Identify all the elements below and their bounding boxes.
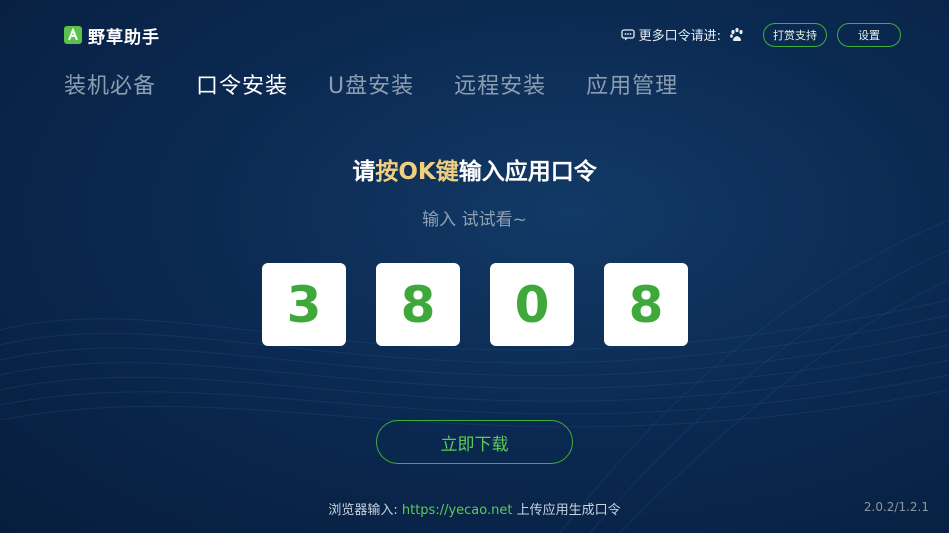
more-codes-text: 更多口令请进:: [638, 29, 721, 44]
input-hint: 输入 试试看~: [422, 210, 527, 230]
nav-item-app-manage[interactable]: 应用管理: [586, 68, 678, 100]
yecao-logo-icon: [64, 26, 82, 44]
version-label: 2.0.2/1.2.1: [863, 500, 929, 514]
code-digit-2[interactable]: 8: [376, 263, 460, 346]
nav-item-code-install[interactable]: 口令安装: [196, 68, 288, 100]
app-title: 野草助手: [88, 27, 160, 48]
headline-pre: 请: [352, 159, 376, 185]
footer-url-link[interactable]: https://yecao.net: [402, 503, 513, 518]
code-input: 3 8 0 8: [262, 263, 688, 346]
code-digit-1[interactable]: 3: [262, 263, 346, 346]
baidu-paw-icon[interactable]: [729, 27, 745, 43]
headline-post: 输入应用口令: [458, 159, 597, 185]
headline-accent: 按OK键: [375, 159, 459, 185]
chat-bubble-icon: [620, 28, 635, 40]
footer-hint: 浏览器输入: https://yecao.net 上传应用生成口令: [0, 499, 949, 518]
main-nav: 装机必备 口令安装 U盘安装 远程安装 应用管理: [64, 68, 678, 100]
donate-button[interactable]: 打赏支持: [763, 22, 827, 47]
code-digit-4[interactable]: 8: [604, 263, 688, 346]
page-title: 请按OK键输入应用口令: [0, 152, 949, 186]
nav-item-essentials[interactable]: 装机必备: [64, 68, 156, 100]
more-codes-hint: 更多口令请进:: [620, 25, 721, 44]
code-digit-3[interactable]: 0: [490, 263, 574, 346]
app-logo: 野草助手: [64, 23, 160, 48]
settings-button[interactable]: 设置: [837, 22, 901, 47]
nav-item-remote-install[interactable]: 远程安装: [454, 68, 546, 100]
nav-item-usb-install[interactable]: U盘安装: [328, 68, 414, 100]
header-actions: 更多口令请进: 打赏支持 设置: [620, 22, 901, 47]
footer-suffix: 上传应用生成口令: [512, 503, 621, 518]
footer-prefix: 浏览器输入:: [328, 503, 402, 518]
download-button[interactable]: 立即下载: [376, 420, 573, 464]
